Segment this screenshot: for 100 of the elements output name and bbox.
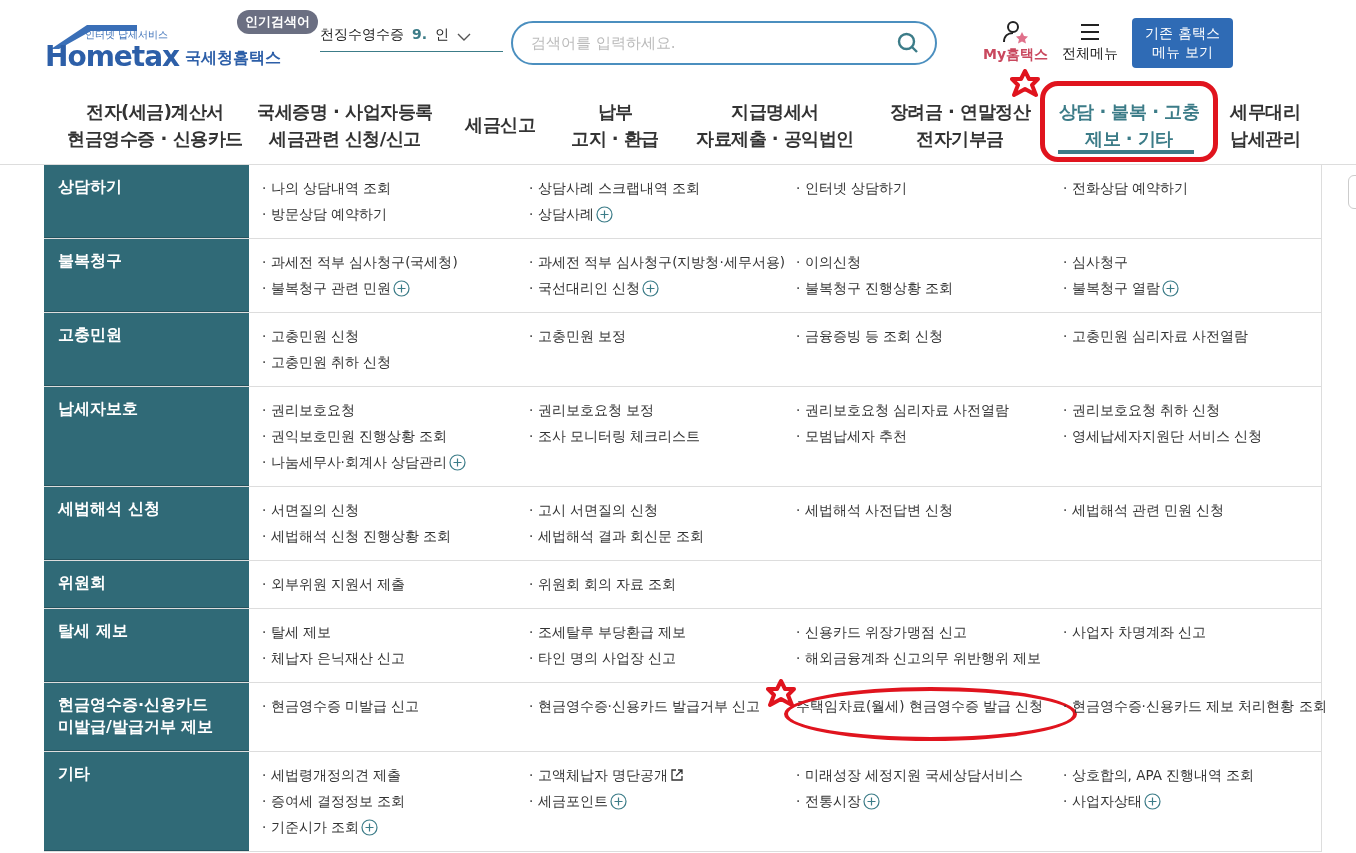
menu-link[interactable]: · 불복청구 열람: [1063, 277, 1160, 299]
menu-link[interactable]: · 고충민원 심리자료 사전열람: [1063, 325, 1249, 347]
nav-tab[interactable]: 국세증명 · 사업자등록 세금관련 신청/신고: [250, 85, 440, 164]
menu-link[interactable]: · 방문상담 예약하기: [262, 203, 387, 225]
menu-link[interactable]: · 인터넷 상담하기: [796, 177, 907, 199]
menu-link[interactable]: · 고충민원 보정: [529, 325, 626, 347]
search-icon[interactable]: [897, 31, 919, 54]
plus-circle-icon[interactable]: [595, 205, 613, 223]
user-star-icon[interactable]: [1002, 20, 1029, 44]
menu-link[interactable]: · 국선대리인 신청: [529, 277, 640, 299]
nav-tab[interactable]: 세금신고: [440, 85, 560, 164]
section-title: 미발급/발급거부 제보: [58, 716, 215, 738]
menu-link[interactable]: · 과세전 적부 심사청구(지방청·세무서용): [529, 251, 785, 273]
menu-link[interactable]: · 세법령개정의견 제출: [262, 764, 401, 786]
menu-link[interactable]: · 전통시장: [796, 790, 861, 812]
menu-icon[interactable]: [1079, 21, 1102, 43]
menu-link[interactable]: · 영세납세자지원단 서비스 신청: [1063, 425, 1263, 447]
section-title: 고충민원: [58, 324, 123, 346]
menu-link[interactable]: · 권리보호요청: [262, 399, 355, 421]
section-title: 기타: [58, 763, 91, 785]
menu-link[interactable]: · 권익보호민원 진행상황 조회: [262, 425, 448, 447]
menu-link[interactable]: · 전화상담 예약하기: [1063, 177, 1188, 199]
section-title: 불복청구: [58, 250, 123, 272]
plus-circle-icon[interactable]: [641, 279, 659, 297]
menu-link[interactable]: · 세법해석 신청 진행상황 조회: [262, 525, 452, 547]
nav-tab[interactable]: 지급명세서 자료제출 · 공익법인: [670, 85, 880, 164]
chevron-down-icon[interactable]: [457, 32, 472, 42]
star-icon: [1010, 69, 1040, 99]
nav-tab[interactable]: 전자(세금)계산서 현금영수증 · 신용카드: [60, 85, 250, 164]
menu-link[interactable]: · 권리보호요청 취하 신청: [1063, 399, 1221, 421]
popular-keyword[interactable]: 인: [435, 24, 450, 45]
menu-link[interactable]: · 서면질의 신청: [262, 499, 359, 521]
menu-link[interactable]: · 세금포인트: [529, 790, 608, 812]
all-menu-link[interactable]: 전체메뉴: [1062, 43, 1119, 64]
nav-tab[interactable]: 상담 · 불복 · 고충 제보 · 기타: [1040, 85, 1218, 164]
section-title: 상담하기: [58, 176, 123, 198]
menu-link[interactable]: · 미래성장 세정지원 국세상담서비스: [796, 764, 1024, 786]
menu-link[interactable]: · 현금영수증·신용카드 발급거부 신고: [529, 695, 761, 717]
plus-circle-icon[interactable]: [393, 279, 411, 297]
my-hometax-link[interactable]: My홈택스: [983, 44, 1049, 65]
menu-link[interactable]: · 조사 모니터링 체크리스트: [529, 425, 701, 447]
section-title: 현금영수증·신용카드: [58, 694, 210, 716]
external-link-icon[interactable]: [669, 768, 684, 782]
menu-link[interactable]: · 고액체납자 명단공개: [529, 764, 668, 786]
menu-link[interactable]: · 세법해석 사전답변 신청: [796, 499, 954, 521]
section-title: 위원회: [58, 572, 107, 594]
plus-circle-icon[interactable]: [360, 818, 378, 836]
logo-name: 국세청홈택스: [185, 46, 282, 69]
plus-circle-icon[interactable]: [1143, 792, 1161, 810]
popular-search-badge: 인기검색어: [237, 10, 318, 34]
menu-link[interactable]: · 해외금융계좌 신고의무 위반행위 제보: [796, 647, 1042, 669]
menu-link[interactable]: · 금융증빙 등 조회 신청: [796, 325, 944, 347]
nav-tab[interactable]: 납부 고지 · 환급: [560, 85, 670, 164]
menu-link[interactable]: 주택임차료(월세) 현금영수증 발급 신청: [796, 695, 1044, 717]
nav-tab[interactable]: 장려금 · 연말정산 전자기부금: [880, 85, 1040, 164]
menu-link[interactable]: · 권리보호요청 보정: [529, 399, 654, 421]
menu-link[interactable]: · 탈세 제보: [262, 621, 331, 643]
menu-link[interactable]: · 사업자 차명계좌 신고: [1063, 621, 1207, 643]
menu-link[interactable]: · 타인 명의 사업장 신고: [529, 647, 677, 669]
menu-link[interactable]: · 기준시가 조회: [262, 816, 359, 838]
search-field[interactable]: 검색어를 입력하세요.: [511, 20, 937, 65]
menu-link[interactable]: · 모범납세자 추천: [796, 425, 907, 447]
menu-link[interactable]: · 외부위원 지원서 제출: [262, 573, 406, 595]
menu-link[interactable]: · 체납자 은닉재산 신고: [262, 647, 406, 669]
star-icon: [766, 679, 796, 709]
nav-tab[interactable]: 세무대리 납세관리: [1218, 85, 1312, 164]
section-title: 탈세 제보: [58, 620, 129, 642]
menu-link[interactable]: · 권리보호요청 심리자료 사전열람: [796, 399, 1010, 421]
menu-link[interactable]: · 이의신청: [796, 251, 861, 273]
menu-link[interactable]: · 심사청구: [1063, 251, 1128, 273]
menu-link[interactable]: · 사업자상태: [1063, 790, 1142, 812]
legacy-menu-button[interactable]: 기존 홈택스 메뉴 보기: [1132, 17, 1234, 68]
plus-circle-icon[interactable]: [1161, 279, 1179, 297]
menu-link[interactable]: · 불복청구 관련 민원: [262, 277, 392, 299]
logo-wordmark[interactable]: Hometax: [45, 40, 180, 73]
menu-link[interactable]: · 증여세 결정정보 조회: [262, 790, 406, 812]
menu-link[interactable]: · 세법해석 관련 민원 신청: [1063, 499, 1225, 521]
popular-keyword[interactable]: 천징수영수증: [320, 24, 404, 45]
menu-link[interactable]: · 고시 서면질의 신청: [529, 499, 659, 521]
section-title: 납세자보호: [58, 398, 139, 420]
menu-link[interactable]: · 상담사례: [529, 203, 594, 225]
rank-number: 9.: [412, 25, 428, 44]
menu-link[interactable]: · 고충민원 신청: [262, 325, 359, 347]
menu-link[interactable]: · 불복청구 진행상황 조회: [796, 277, 954, 299]
menu-link[interactable]: · 세법해석 결과 회신문 조회: [529, 525, 705, 547]
menu-link[interactable]: · 상호합의, APA 진행내역 조회: [1063, 764, 1255, 786]
plus-circle-icon[interactable]: [862, 792, 880, 810]
menu-link[interactable]: · 위원회 회의 자료 조회: [529, 573, 677, 595]
plus-circle-icon[interactable]: [449, 453, 467, 471]
menu-link[interactable]: · 현금영수증·신용카드 제보 처리현황 조회: [1063, 695, 1327, 717]
menu-link[interactable]: · 나눔세무사·회계사 상담관리: [262, 451, 448, 473]
section-title: 세법해석 신청: [58, 498, 161, 520]
menu-link[interactable]: · 상담사례 스크랩내역 조회: [529, 177, 701, 199]
menu-link[interactable]: · 과세전 적부 심사청구(국세청): [262, 251, 458, 273]
plus-circle-icon[interactable]: [609, 792, 627, 810]
menu-link[interactable]: · 현금영수증 미발급 신고: [262, 695, 420, 717]
menu-link[interactable]: · 고충민원 취하 신청: [262, 351, 392, 373]
menu-link[interactable]: · 나의 상담내역 조회: [262, 177, 392, 199]
menu-link[interactable]: · 신용카드 위장가맹점 신고: [796, 621, 968, 643]
menu-link[interactable]: · 조세탈루 부당환급 제보: [529, 621, 687, 643]
